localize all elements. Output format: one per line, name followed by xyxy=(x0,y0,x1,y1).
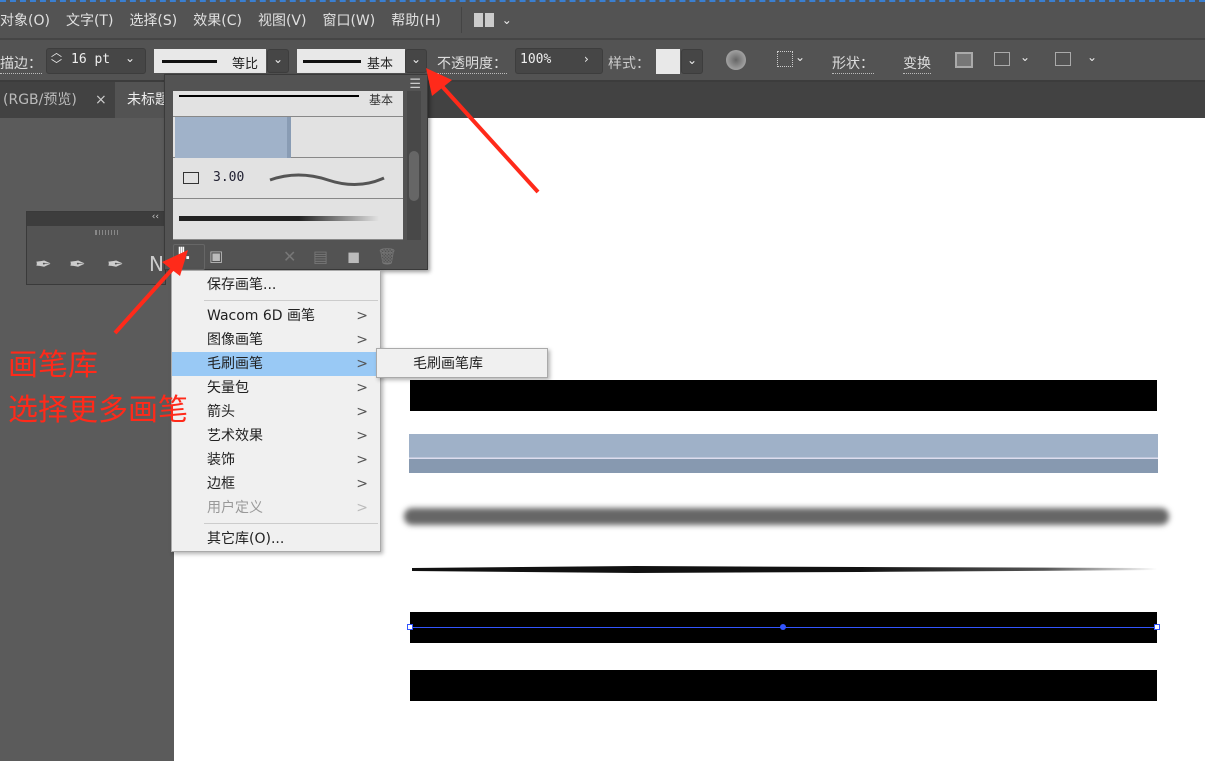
graphic-style-swatch[interactable] xyxy=(656,49,680,74)
anchor-point-tool-icon[interactable]: N xyxy=(149,252,164,276)
options-icon: ▤ xyxy=(313,247,329,266)
chevron-down-icon[interactable]: ⌄ xyxy=(1020,50,1030,64)
trash-icon: 🗑 xyxy=(377,247,398,266)
menu-item-artistic[interactable]: 艺术效果 > xyxy=(172,424,380,448)
chevron-down-icon[interactable]: ⌄ xyxy=(267,49,289,73)
chevron-right-icon: > xyxy=(356,404,368,420)
scrollbar-thumb[interactable] xyxy=(409,151,419,201)
shape-label[interactable]: 形状： xyxy=(832,53,874,74)
menu-item-arrows[interactable]: 箭头 > xyxy=(172,400,380,424)
add-anchor-tool-icon[interactable]: ✒ xyxy=(69,252,86,276)
menu-window[interactable]: 窗口(W) xyxy=(314,10,383,30)
collapse-icon[interactable]: ‹‹ xyxy=(27,212,165,226)
transform-label[interactable]: 变换 xyxy=(903,53,931,74)
style-label: 样式： xyxy=(608,56,650,72)
pen-tool-icon[interactable]: ✒ xyxy=(35,252,52,276)
stroke-basic-2[interactable] xyxy=(410,670,1157,701)
delete-anchor-tool-icon[interactable]: ✒ xyxy=(107,252,124,276)
menu-view[interactable]: 视图(V) xyxy=(250,10,315,30)
isolate-icon[interactable] xyxy=(955,52,973,68)
brush-row-bristle[interactable] xyxy=(173,199,403,240)
drag-handle[interactable] xyxy=(95,230,119,235)
opacity-value[interactable]: 100% xyxy=(520,52,551,67)
profile-label: 等比 xyxy=(232,57,259,72)
menu-select[interactable]: 选择(S) xyxy=(121,10,185,30)
anchor-point[interactable] xyxy=(1154,624,1160,630)
menu-item-wacom[interactable]: Wacom 6D 画笔 > xyxy=(172,304,380,328)
menu-item-save-brushes[interactable]: 保存画笔... xyxy=(172,273,380,297)
menu-item-other-library[interactable]: 其它库(O)... xyxy=(172,527,380,551)
annotation-line1: 画笔库 xyxy=(8,348,98,383)
chevron-down-icon[interactable]: ⌄ xyxy=(1087,50,1097,64)
chevron-right-icon: > xyxy=(356,308,368,324)
remove-stroke-icon: ✕ xyxy=(283,247,297,266)
stroke-pattern[interactable] xyxy=(409,434,1158,473)
tab-label: (RGB/预览) xyxy=(3,92,77,108)
brush-library-panel: ☰ 基本 3.00 ⫼. ▣ ✕ ▤ ◼ 🗑 xyxy=(164,74,428,270)
chevron-right-icon[interactable]: › xyxy=(584,52,589,66)
stroke-blurred[interactable] xyxy=(404,508,1169,525)
brush-library-menu: 保存画笔... Wacom 6D 画笔 > 图像画笔 > 毛刷画笔 > 矢量包 > 箭头… xyxy=(171,270,381,552)
chevron-down-icon[interactable]: ⌄ xyxy=(681,49,703,74)
menu-help[interactable]: 帮助(H) xyxy=(383,10,448,30)
submenu-bristle-library[interactable]: 毛刷画笔库 xyxy=(376,348,548,378)
menu-item-borders[interactable]: 边框 > xyxy=(172,472,380,496)
chevron-down-icon[interactable]: ⌄ xyxy=(502,13,512,27)
brush-row-calligraphic[interactable]: 3.00 xyxy=(173,158,403,199)
anchor-point[interactable] xyxy=(407,624,413,630)
new-brush-icon[interactable]: ◼ xyxy=(347,247,360,266)
chevron-right-icon: > xyxy=(356,452,368,468)
stroke-label: 描边： xyxy=(0,53,42,74)
align-icon[interactable] xyxy=(777,51,793,67)
chevron-down-icon[interactable]: ⌄ xyxy=(795,50,805,64)
workspace-switcher-icon[interactable] xyxy=(473,13,494,27)
chevron-down-icon[interactable]: ⌄ xyxy=(125,51,135,65)
opacity-label: 不透明度： xyxy=(437,53,507,74)
brush-dropdown-chevron-icon[interactable]: ⌄ xyxy=(405,49,427,73)
stroke-weight-field[interactable]: ︿ ﹀ 16 pt ⌄ xyxy=(46,47,146,74)
stroke-basic[interactable] xyxy=(410,380,1157,411)
menu-item-vector-packs[interactable]: 矢量包 > xyxy=(172,376,380,400)
menu-object[interactable]: 对象(O) xyxy=(0,10,58,30)
brush-row-pattern[interactable] xyxy=(173,117,403,158)
cc-libraries-icon[interactable]: ▣ xyxy=(209,247,223,265)
menu-bar: 对象(O) 文字(T) 选择(S) 效果(C) 视图(V) 窗口(W) 帮助(H… xyxy=(0,0,1205,38)
brush-definition[interactable]: 基本 xyxy=(297,49,405,73)
edit-icon[interactable] xyxy=(1055,52,1071,66)
stroke-bristle[interactable] xyxy=(412,566,1157,573)
select-similar-icon[interactable] xyxy=(994,52,1010,66)
recolor-artwork-icon[interactable] xyxy=(726,50,746,70)
brush-libraries-menu-button[interactable]: ⫼. xyxy=(173,244,205,270)
scrollbar[interactable] xyxy=(407,91,421,240)
chevron-right-icon: > xyxy=(356,380,368,396)
panel-menu-icon[interactable]: ☰ xyxy=(409,77,421,92)
close-icon[interactable]: × xyxy=(95,82,107,118)
chevron-right-icon: > xyxy=(356,500,368,516)
tab-document[interactable]: (RGB/预览) × xyxy=(0,82,114,118)
brush-label: 基本 xyxy=(367,57,394,72)
stepper-icon[interactable]: ︿ ﹀ xyxy=(51,47,62,71)
brush-type-icon xyxy=(183,172,199,184)
chevron-right-icon: > xyxy=(356,476,368,492)
menu-item-image-brushes[interactable]: 图像画笔 > xyxy=(172,328,380,352)
menu-item-user-defined: 用户定义 > xyxy=(172,496,380,520)
menu-item-bristle-brushes[interactable]: 毛刷画笔 > xyxy=(172,352,380,376)
menu-item-decorative[interactable]: 装饰 > xyxy=(172,448,380,472)
variable-width-profile[interactable]: 等比 xyxy=(154,49,266,73)
opacity-field[interactable]: 100% › xyxy=(515,48,603,74)
chevron-right-icon: > xyxy=(356,332,368,348)
menu-type[interactable]: 文字(T) xyxy=(58,10,121,30)
chevron-right-icon: > xyxy=(356,428,368,444)
menu-effect[interactable]: 效果(C) xyxy=(185,10,250,30)
stroke-weight-value[interactable]: 16 pt xyxy=(71,52,110,67)
annotation-line2: 选择更多画笔 xyxy=(8,393,188,428)
brush-row-basic[interactable]: 基本 xyxy=(173,91,403,117)
center-point xyxy=(780,624,786,630)
chevron-right-icon: > xyxy=(356,356,368,372)
pen-tools-panel: ‹‹ ✒ ✒ ✒ N xyxy=(26,211,166,285)
